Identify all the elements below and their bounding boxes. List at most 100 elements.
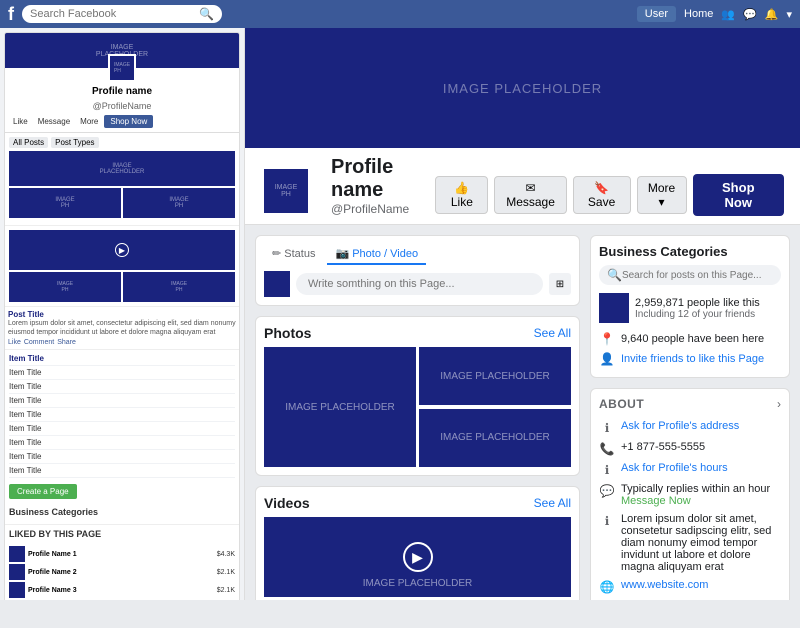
- user-button[interactable]: User: [637, 6, 676, 22]
- invite-friends-text[interactable]: Invite friends to like this Page: [621, 353, 764, 365]
- about-card: ABOUT › ℹ Ask for Profile's address 📞 +1…: [590, 388, 790, 600]
- more-button[interactable]: More ▾: [637, 176, 687, 214]
- mini-play-button[interactable]: ▶: [115, 243, 129, 257]
- mini-tab-like[interactable]: Like: [9, 115, 32, 128]
- main-column: ✏ Status 📷 Photo / Video ⊞ Photos See Al…: [255, 235, 580, 600]
- mini-tab-message[interactable]: Message: [34, 115, 74, 128]
- mini-nav-item-7[interactable]: Item Title: [9, 436, 235, 450]
- biz-categories-card: Business Categories 🔍 2,959,871 people l…: [590, 235, 790, 378]
- grid-icon[interactable]: ⊞: [549, 273, 571, 295]
- mini-video-placeholder: ▶: [9, 230, 235, 270]
- likes-avatar: [599, 293, 629, 323]
- like-button[interactable]: 👍 Like: [435, 176, 488, 214]
- biz-search-input[interactable]: [622, 270, 773, 281]
- message-button[interactable]: ✉ Message: [494, 176, 566, 214]
- composer-input-row: ⊞: [264, 271, 571, 297]
- photo-placeholder-small-1: IMAGE PLACEHOLDER: [440, 371, 549, 382]
- shop-now-button[interactable]: Shop Now: [693, 174, 784, 216]
- videos-section-header: Videos See All: [264, 495, 571, 511]
- home-link[interactable]: Home: [684, 8, 713, 20]
- mini-nav-item-4[interactable]: Item Title: [9, 394, 235, 408]
- mini-profile-row-3: Profile Name 3 $2.1K: [9, 582, 235, 598]
- been-here-text: 9,640 people have been here: [621, 333, 764, 345]
- mini-profiles-list: LIKED BY THIS PAGE Profile Name 1 $4.3K …: [5, 525, 239, 600]
- mini-nav-item-8[interactable]: Item Title: [9, 450, 235, 464]
- biz-search[interactable]: 🔍: [599, 265, 781, 285]
- reply-info: Typically replies within an hour Message…: [621, 483, 770, 507]
- search-input[interactable]: [30, 8, 199, 20]
- composer-input[interactable]: [296, 273, 543, 295]
- save-button[interactable]: 🔖 Save: [573, 176, 631, 214]
- filter-post-types[interactable]: Post Types: [51, 137, 98, 148]
- mini-profile-pic-2: [9, 564, 25, 580]
- mini-profile-pic-1: [9, 546, 25, 562]
- play-button[interactable]: ▶: [403, 542, 433, 572]
- nav-right: User Home 👥 💬 🔔 ▾: [637, 6, 792, 22]
- mini-profile-val-2: $2.1K: [217, 569, 235, 576]
- mini-profile-pic-3: [9, 582, 25, 598]
- profile-actions: 👍 Like ✉ Message 🔖 Save More ▾ Shop Now: [435, 174, 784, 216]
- mini-post-grid: IMAGEPLACEHOLDER IMAGEPH IMAGEPH: [9, 151, 235, 218]
- mini-like-action[interactable]: Like: [8, 339, 21, 346]
- ask-hours-link[interactable]: Ask for Profile's hours: [621, 462, 728, 474]
- mini-filter: All Posts Post Types: [9, 137, 235, 148]
- mini-post-image-full: IMAGEPLACEHOLDER: [9, 151, 235, 186]
- mini-post-actions: Like Comment Share: [8, 339, 236, 346]
- been-here-row: 📍 9,640 people have been here: [599, 329, 781, 349]
- main-wrapper: IMAGEPLACEHOLDER IMAGEPH Profile name @P…: [0, 28, 800, 600]
- photos-title: Photos: [264, 325, 311, 341]
- video-placeholder-text: IMAGE PLACEHOLDER: [363, 578, 472, 589]
- mini-at-name: @ProfileName: [5, 101, 239, 111]
- filter-all-posts[interactable]: All Posts: [9, 137, 48, 148]
- mini-nav-item-9[interactable]: Item Title: [9, 464, 235, 478]
- hours-icon: ℹ: [599, 463, 615, 477]
- mini-profile-info-1: Profile Name 1: [28, 551, 217, 558]
- chat-bubble-icon: 💬: [599, 484, 615, 498]
- mini-post-image-1: IMAGEPH: [9, 188, 121, 218]
- video-placeholder: ▶ IMAGE PLACEHOLDER: [264, 517, 571, 597]
- mini-profile-name-3: Profile Name 3: [28, 587, 217, 594]
- likes-row: 2,959,871 people like this Including 12 …: [599, 293, 781, 323]
- search-bar[interactable]: 🔍: [22, 5, 222, 23]
- mini-nav-item-1[interactable]: Item Title: [9, 352, 235, 366]
- mini-comment-action[interactable]: Comment: [24, 339, 54, 346]
- mini-nav-list: Item Title Item Title Item Title Item Ti…: [5, 350, 239, 480]
- about-lorem: ℹ Lorem ipsum dolor sit amet, consetetur…: [599, 510, 781, 576]
- mini-shop-now-button[interactable]: Shop Now: [104, 115, 153, 128]
- about-chevron-icon[interactable]: ›: [777, 397, 781, 411]
- website-link[interactable]: www.website.com: [621, 579, 708, 591]
- mini-nav-item-3[interactable]: Item Title: [9, 380, 235, 394]
- profile-cover: IMAGE PLACEHOLDER: [245, 28, 800, 148]
- photos-grid: IMAGE PLACEHOLDER IMAGE PLACEHOLDER IMAG…: [264, 347, 571, 467]
- photos-see-all[interactable]: See All: [534, 326, 571, 340]
- mini-thumb-2: IMAGEPH: [123, 272, 235, 302]
- mini-post-image-2: IMAGEPH: [123, 188, 235, 218]
- message-now-link[interactable]: Message Now: [621, 495, 770, 507]
- videos-see-all[interactable]: See All: [534, 496, 571, 510]
- location-icon: 📍: [599, 332, 615, 346]
- invite-friends-row[interactable]: 👤 Invite friends to like this Page: [599, 349, 781, 369]
- mini-nav-item-5[interactable]: Item Title: [9, 408, 235, 422]
- about-website: 🌐 www.website.com: [599, 576, 781, 597]
- mini-tab-more[interactable]: More: [76, 115, 102, 128]
- photos-section-header: Photos See All: [264, 325, 571, 341]
- mini-nav-item-2[interactable]: Item Title: [9, 366, 235, 380]
- about-lorem-text: Lorem ipsum dolor sit amet, consetetur s…: [621, 513, 781, 573]
- liked-by-title: LIKED BY THIS PAGE: [9, 527, 235, 543]
- about-address: ℹ Ask for Profile's address: [599, 417, 781, 438]
- composer-tab-photo[interactable]: 📷 Photo / Video: [327, 244, 426, 265]
- composer-tab-status[interactable]: ✏ Status: [264, 244, 323, 265]
- post-composer: ✏ Status 📷 Photo / Video ⊞: [255, 235, 580, 306]
- address-icon: ℹ: [599, 421, 615, 435]
- mini-profile-info-2: Profile Name 2: [28, 569, 217, 576]
- ask-address-link[interactable]: Ask for Profile's address: [621, 420, 739, 432]
- mini-nav-item-6[interactable]: Item Title: [9, 422, 235, 436]
- videos-section: Videos See All ▶ IMAGE PLACEHOLDER: [255, 486, 580, 600]
- mini-profile-row-1: Profile Name 1 $4.3K: [9, 546, 235, 562]
- mini-share-action[interactable]: Share: [57, 339, 76, 346]
- photo-placeholder-large: IMAGE PLACEHOLDER: [285, 402, 394, 413]
- create-page-button[interactable]: Create a Page: [9, 484, 77, 499]
- photo-cell-large: IMAGE PLACEHOLDER: [264, 347, 416, 467]
- profile-name-large: Profile name: [331, 156, 435, 202]
- facebook-logo: f: [8, 4, 14, 25]
